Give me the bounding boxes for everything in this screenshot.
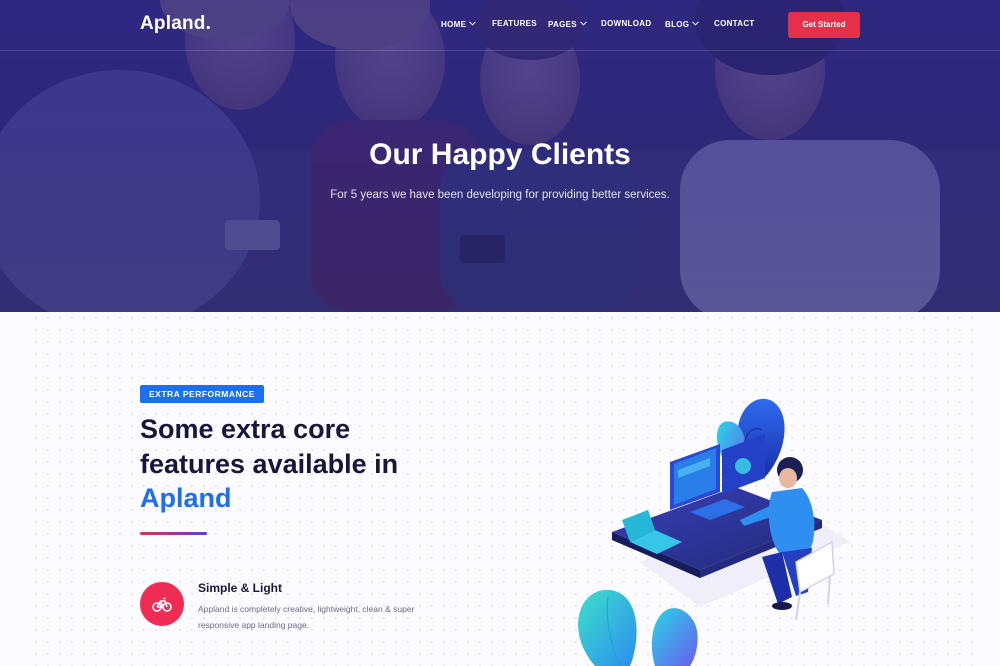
section-badge: EXTRA PERFORMANCE bbox=[140, 385, 264, 403]
nav-item-download[interactable]: DOWNLOAD bbox=[601, 19, 651, 28]
section-title-accent: Apland bbox=[140, 483, 232, 513]
hero-section: Apland. HOME FEATURES PAGES DOWNLOAD BLO… bbox=[0, 0, 1000, 312]
logo[interactable]: Apland. bbox=[140, 13, 211, 35]
hero-subtitle: For 5 years we have been developing for … bbox=[330, 189, 670, 201]
feature-icon-circle bbox=[140, 582, 184, 626]
section-title-line2: features available in bbox=[140, 448, 399, 479]
nav-item-home[interactable]: HOME bbox=[441, 19, 477, 29]
bicycle-icon bbox=[152, 597, 172, 612]
chevron-down-icon bbox=[692, 19, 700, 28]
chevron-down-icon bbox=[580, 19, 587, 28]
features-section: EXTRA PERFORMANCE Some extra core featur… bbox=[0, 312, 1000, 666]
feature-title: Simple & Light bbox=[198, 581, 282, 595]
get-started-button[interactable]: Get Started bbox=[788, 12, 860, 38]
title-underline bbox=[140, 532, 207, 535]
nav-item-blog[interactable]: BLOG bbox=[665, 19, 700, 29]
nav-item-contact[interactable]: CONTACT bbox=[714, 19, 755, 28]
chevron-down-icon bbox=[469, 19, 477, 28]
hero-title: Our Happy Clients bbox=[369, 138, 631, 171]
top-navbar: Apland. HOME FEATURES PAGES DOWNLOAD BLO… bbox=[0, 0, 1000, 51]
nav-item-pages[interactable]: PAGES bbox=[548, 19, 587, 29]
feature-description: Appland is completely creative, lightwei… bbox=[198, 604, 415, 630]
section-title-line1: Some extra core bbox=[140, 414, 351, 444]
nav-item-features[interactable]: FEATURES bbox=[492, 19, 537, 28]
section-title: Some extra core features available in Ap… bbox=[140, 412, 480, 516]
developer-illustration bbox=[578, 398, 850, 666]
